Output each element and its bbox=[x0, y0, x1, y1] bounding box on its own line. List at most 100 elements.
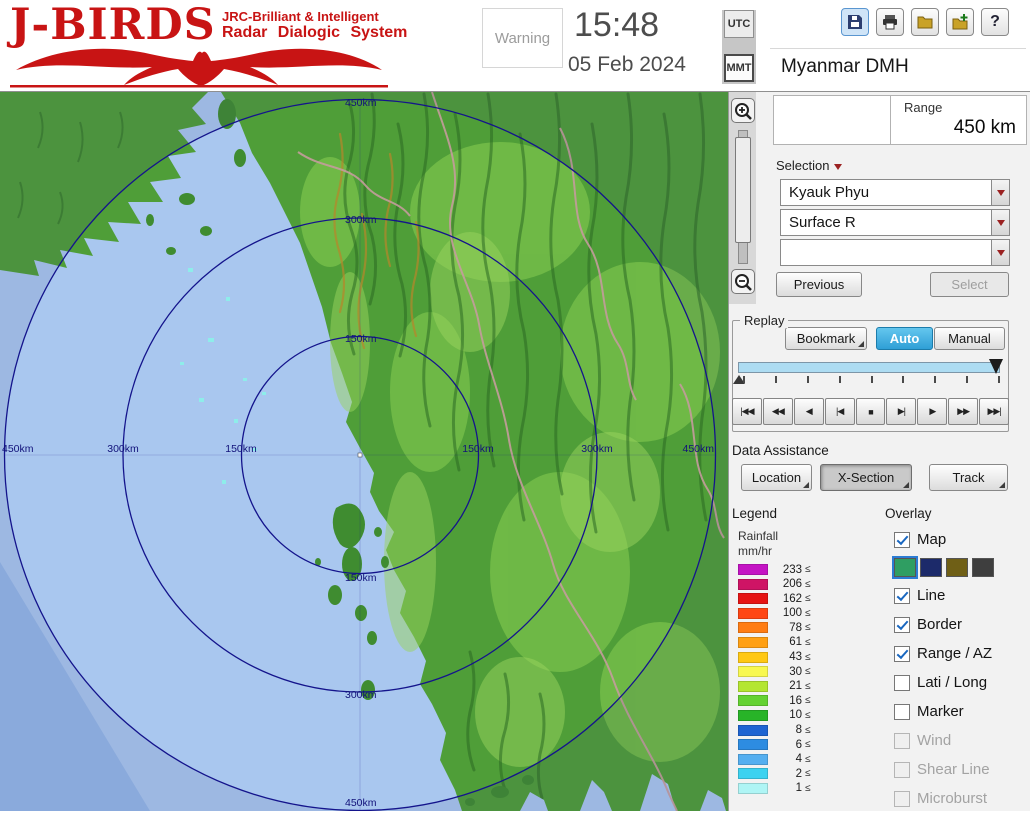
xsection-button[interactable]: X-Section bbox=[820, 464, 912, 491]
tick bbox=[966, 376, 968, 383]
legend-value: 1 bbox=[772, 782, 802, 794]
radar-map-viewport[interactable]: 450km 300km 150km 150km 300km 450km 450k… bbox=[0, 92, 728, 811]
radar-site-marker bbox=[358, 453, 362, 457]
legend-row: 2≤ bbox=[738, 768, 811, 779]
skip-end-button[interactable]: ▶▶| bbox=[979, 398, 1009, 425]
legend-value: 6 bbox=[772, 739, 802, 751]
zoom-out-icon bbox=[733, 272, 753, 292]
map-palette-swatch[interactable] bbox=[946, 558, 968, 577]
legend-value: 43 bbox=[772, 651, 802, 663]
legend-color-swatch bbox=[738, 666, 768, 677]
track-button[interactable]: Track bbox=[929, 464, 1008, 491]
svg-text:300km: 300km bbox=[345, 214, 377, 226]
legend-row: 6≤ bbox=[738, 739, 811, 750]
selection-arrow-icon bbox=[834, 164, 842, 170]
legend-unit-line2: mm/hr bbox=[738, 544, 778, 559]
legend-lte: ≤ bbox=[805, 622, 811, 633]
legend-value: 10 bbox=[772, 709, 802, 721]
overlay-label: Overlay bbox=[885, 506, 932, 521]
bookmark-button[interactable]: Bookmark bbox=[785, 327, 867, 350]
legend-lte: ≤ bbox=[805, 608, 811, 619]
rainfall-legend: 233≤ 206≤ 162≤ 100≤ 78≤ 61≤ 43≤ 30≤ 21≤ … bbox=[738, 564, 811, 798]
legend-color-swatch bbox=[738, 783, 768, 794]
print-button[interactable] bbox=[876, 8, 904, 36]
play-button[interactable]: ▶ bbox=[917, 398, 947, 425]
legend-value: 21 bbox=[772, 680, 802, 692]
product-select[interactable]: Surface R bbox=[780, 209, 1010, 236]
reverse-play-button[interactable]: ◀ bbox=[794, 398, 824, 425]
legend-row: 4≤ bbox=[738, 754, 811, 765]
legend-row: 21≤ bbox=[738, 681, 811, 692]
map-checkbox[interactable] bbox=[894, 532, 910, 548]
legend-row: 100≤ bbox=[738, 608, 811, 619]
legend-row: 206≤ bbox=[738, 579, 811, 590]
manual-mode-button[interactable]: Manual bbox=[934, 327, 1005, 350]
legend-row: 78≤ bbox=[738, 622, 811, 633]
utc-button[interactable]: UTC bbox=[724, 10, 754, 38]
dropdown-arrow-icon[interactable] bbox=[991, 240, 1009, 265]
skip-start-button[interactable]: |◀◀ bbox=[732, 398, 762, 425]
svg-text:150km: 150km bbox=[345, 572, 377, 584]
right-panel: Range 450 km Selection Kyauk Phyu Surfac… bbox=[728, 92, 1030, 811]
map-palette-swatch[interactable] bbox=[894, 558, 916, 577]
legend-row: 16≤ bbox=[738, 695, 811, 706]
station-select-value: Kyauk Phyu bbox=[789, 184, 869, 201]
legend-unit: Rainfall mm/hr bbox=[738, 529, 778, 559]
save-button[interactable] bbox=[841, 8, 869, 36]
timeline-slider[interactable] bbox=[738, 362, 1000, 373]
timeline-position-marker[interactable] bbox=[989, 359, 1003, 374]
tick bbox=[839, 376, 841, 383]
auto-mode-button[interactable]: Auto bbox=[876, 327, 933, 350]
fast-rewind-button[interactable]: ◀◀ bbox=[763, 398, 793, 425]
legend-lte: ≤ bbox=[805, 739, 811, 750]
export-button[interactable] bbox=[946, 8, 974, 36]
eagle-logo-icon bbox=[10, 40, 388, 88]
zoom-slider-track[interactable] bbox=[738, 130, 748, 264]
zoom-in-button[interactable] bbox=[731, 98, 755, 123]
step-forward-button[interactable]: ▶| bbox=[886, 398, 916, 425]
stop-button[interactable]: ■ bbox=[856, 398, 886, 425]
extra-select[interactable] bbox=[780, 239, 1010, 266]
help-button[interactable]: ? bbox=[981, 8, 1009, 36]
zoom-out-button[interactable] bbox=[731, 269, 755, 294]
tick bbox=[775, 376, 777, 383]
legend-color-swatch bbox=[738, 579, 768, 590]
product-select-value: Surface R bbox=[789, 214, 856, 231]
range-divider bbox=[890, 96, 891, 144]
location-button[interactable]: Location bbox=[741, 464, 812, 491]
legend-value: 162 bbox=[772, 593, 802, 605]
overlay-item-label: Border bbox=[917, 616, 962, 633]
export-icon bbox=[950, 12, 970, 32]
radar-map: 450km 300km 150km 150km 300km 450km 450k… bbox=[0, 92, 728, 811]
step-back-button[interactable]: |◀ bbox=[825, 398, 855, 425]
previous-button[interactable]: Previous bbox=[776, 272, 862, 297]
map-palette-swatch[interactable] bbox=[920, 558, 942, 577]
select-button[interactable]: Select bbox=[930, 272, 1009, 297]
lati-long-checkbox[interactable] bbox=[894, 675, 910, 691]
line-checkbox[interactable] bbox=[894, 588, 910, 604]
overlay-row: Shear Line bbox=[894, 761, 1030, 778]
map-palette-swatch[interactable] bbox=[972, 558, 994, 577]
dropdown-arrow-icon[interactable] bbox=[991, 210, 1009, 235]
fast-forward-button[interactable]: ▶▶ bbox=[948, 398, 978, 425]
legend-value: 78 bbox=[772, 622, 802, 634]
marker-checkbox[interactable] bbox=[894, 704, 910, 720]
legend-row: 162≤ bbox=[738, 593, 811, 604]
legend-color-swatch bbox=[738, 564, 768, 575]
map-palette-row bbox=[894, 558, 1030, 577]
legend-color-swatch bbox=[738, 754, 768, 765]
mmt-button[interactable]: MMT bbox=[724, 54, 754, 82]
open-button[interactable] bbox=[911, 8, 939, 36]
zoom-slider-thumb[interactable] bbox=[735, 137, 751, 243]
legend-value: 4 bbox=[772, 753, 802, 765]
overlay-row: Border bbox=[894, 616, 1030, 633]
legend-value: 16 bbox=[772, 695, 802, 707]
selection-label: Selection bbox=[776, 158, 842, 173]
legend-lte: ≤ bbox=[805, 725, 811, 736]
dropdown-arrow-icon[interactable] bbox=[991, 180, 1009, 205]
wind-checkbox bbox=[894, 733, 910, 749]
station-select[interactable]: Kyauk Phyu bbox=[780, 179, 1010, 206]
range-display: Range 450 km bbox=[773, 95, 1027, 145]
border-checkbox[interactable] bbox=[894, 617, 910, 633]
range-az-checkbox[interactable] bbox=[894, 646, 910, 662]
